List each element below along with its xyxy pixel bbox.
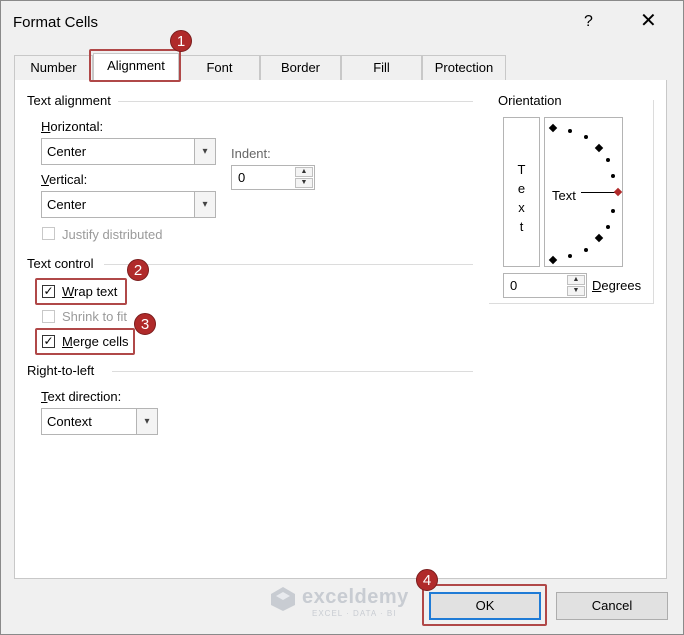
merge-cells-label: Merge cells — [62, 334, 129, 349]
spin-down-icon[interactable]: ▼ — [295, 178, 313, 188]
indent-value: 0 — [238, 170, 246, 185]
degrees-label: Degrees — [592, 278, 642, 293]
step-badge: 2 — [127, 259, 149, 281]
dial-marker — [606, 225, 610, 229]
indent-label: Indent: — [231, 146, 271, 161]
shrink-to-fit-checkbox[interactable] — [42, 310, 55, 323]
dial-text: Text — [552, 188, 576, 203]
chevron-down-icon[interactable]: ▾ — [136, 409, 157, 434]
dial-marker — [611, 174, 615, 178]
text-direction-label: Text direction: — [41, 389, 122, 404]
spin-up-icon[interactable]: ▲ — [567, 275, 585, 285]
group-divider — [112, 371, 473, 372]
tab-fill[interactable]: Fill — [341, 55, 422, 81]
chevron-down-icon[interactable]: ▾ — [194, 139, 215, 164]
indent-spinner[interactable]: 0 ▲ ▼ — [231, 165, 315, 190]
dial-marker — [606, 158, 610, 162]
horizontal-value: Center — [47, 144, 87, 159]
shrink-to-fit-label: Shrink to fit — [62, 309, 128, 324]
dial-marker — [594, 143, 604, 153]
vertical-text-char: e — [517, 181, 526, 196]
degrees-value: 0 — [510, 278, 518, 293]
text-direction-select[interactable]: Context ▾ — [41, 408, 158, 435]
horizontal-label: Horizontal: — [41, 119, 104, 134]
text-direction-value: Context — [47, 414, 92, 429]
dial-needle — [581, 192, 615, 193]
right-to-left-heading: Right-to-left — [27, 363, 95, 378]
tab-font[interactable]: Font — [179, 55, 260, 81]
justify-distributed-checkbox[interactable] — [42, 227, 55, 240]
wrap-text-checkbox[interactable]: ✓ — [42, 285, 55, 298]
vertical-text-char: t — [519, 219, 524, 234]
text-alignment-heading: Text alignment — [27, 93, 111, 108]
close-button[interactable]: ✕ — [640, 11, 657, 31]
dial-marker — [568, 129, 572, 133]
tab-border[interactable]: Border — [260, 55, 341, 81]
dial-marker — [611, 209, 615, 213]
vertical-value: Center — [47, 197, 87, 212]
watermark-name: exceldemy — [302, 586, 409, 608]
dial-marker — [568, 254, 572, 258]
step-badge: 3 — [134, 313, 156, 335]
cancel-button[interactable]: Cancel — [556, 592, 668, 620]
tab-protection[interactable]: Protection — [422, 55, 506, 81]
tab-number[interactable]: Number — [14, 55, 93, 81]
vertical-label: Vertical: — [41, 172, 88, 187]
ok-button[interactable]: OK — [429, 592, 541, 620]
exceldemy-logo-icon — [270, 586, 296, 612]
spin-up-icon[interactable]: ▲ — [295, 167, 313, 177]
dial-marker — [548, 255, 558, 265]
dialog-title: Format Cells — [13, 14, 99, 31]
dial-marker — [584, 248, 588, 252]
merge-cells-checkbox[interactable]: ✓ — [42, 335, 55, 348]
vertical-select[interactable]: Center ▾ — [41, 191, 216, 218]
vertical-text-box[interactable]: T e x t — [503, 117, 540, 267]
text-control-heading: Text control — [27, 256, 94, 271]
dial-marker — [584, 135, 588, 139]
step-badge: 4 — [416, 569, 438, 591]
horizontal-select[interactable]: Center ▾ — [41, 138, 216, 165]
group-divider — [118, 101, 473, 102]
group-divider — [104, 264, 473, 265]
degrees-spinner[interactable]: 0 ▲ ▼ — [503, 273, 587, 298]
chevron-down-icon[interactable]: ▾ — [194, 192, 215, 217]
watermark-tagline: EXCEL · DATA · BI — [312, 609, 397, 618]
vertical-text-char: T — [517, 162, 526, 177]
justify-distributed-label: Justify distributed — [62, 227, 163, 242]
dial-marker — [548, 123, 558, 133]
alignment-tab-highlight — [89, 49, 181, 82]
orientation-dial[interactable]: Text — [544, 117, 623, 267]
wrap-text-label: Wrap text — [62, 284, 118, 299]
dial-handle[interactable] — [613, 187, 623, 197]
help-button[interactable]: ? — [584, 13, 593, 31]
dial-marker — [594, 233, 604, 243]
spin-down-icon[interactable]: ▼ — [567, 286, 585, 296]
step-badge: 1 — [170, 30, 192, 52]
vertical-text-char: x — [518, 200, 525, 215]
